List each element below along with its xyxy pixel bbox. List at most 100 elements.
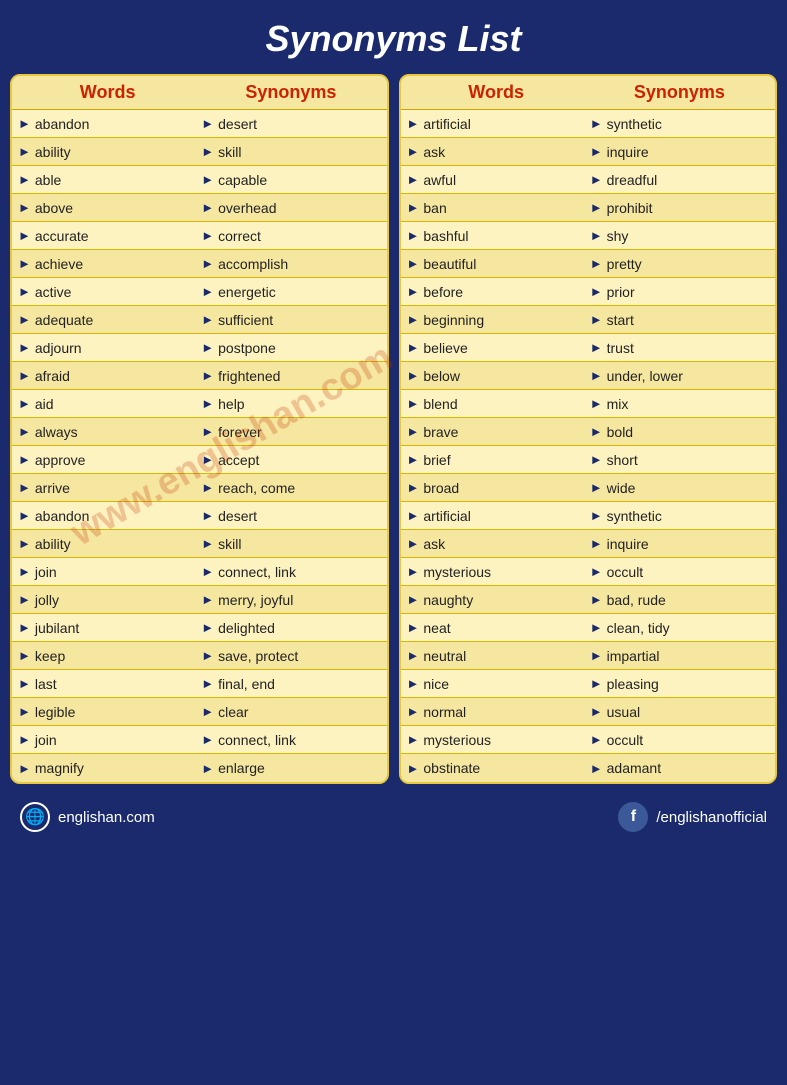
synonym-text: bold bbox=[607, 424, 633, 440]
word-text: approve bbox=[35, 452, 86, 468]
arrow-icon: ► bbox=[18, 704, 31, 719]
word-text: awful bbox=[423, 172, 456, 188]
table-row: ► above ► overhead bbox=[12, 194, 387, 222]
synonym-cell: ► skill bbox=[199, 536, 382, 552]
arrow-icon: ► bbox=[590, 732, 603, 747]
arrow-icon: ► bbox=[590, 172, 603, 187]
word-text: neutral bbox=[423, 648, 466, 664]
synonym-text: frightened bbox=[218, 368, 280, 384]
synonym-text: accomplish bbox=[218, 256, 288, 272]
arrow-icon: ► bbox=[407, 676, 420, 691]
arrow-icon: ► bbox=[590, 452, 603, 467]
arrow-icon: ► bbox=[201, 172, 214, 187]
arrow-icon: ► bbox=[18, 508, 31, 523]
synonym-cell: ► final, end bbox=[199, 676, 382, 692]
word-cell: ► join bbox=[16, 732, 199, 748]
word-cell: ► beginning bbox=[405, 312, 588, 328]
arrow-icon: ► bbox=[18, 284, 31, 299]
table-row: ► nice ► pleasing bbox=[401, 670, 776, 698]
synonym-cell: ► clear bbox=[199, 704, 382, 720]
arrow-icon: ► bbox=[18, 312, 31, 327]
word-text: jubilant bbox=[35, 620, 79, 636]
word-cell: ► jolly bbox=[16, 592, 199, 608]
arrow-icon: ► bbox=[18, 340, 31, 355]
synonym-text: delighted bbox=[218, 620, 275, 636]
table-row: ► active ► energetic bbox=[12, 278, 387, 306]
synonym-cell: ► start bbox=[588, 312, 771, 328]
word-text: broad bbox=[423, 480, 459, 496]
word-text: ability bbox=[35, 144, 71, 160]
table-row: ► adjourn ► postpone bbox=[12, 334, 387, 362]
word-cell: ► bashful bbox=[405, 228, 588, 244]
synonym-text: inquire bbox=[607, 536, 649, 552]
word-cell: ► accurate bbox=[16, 228, 199, 244]
table-row: ► legible ► clear bbox=[12, 698, 387, 726]
arrow-icon: ► bbox=[18, 536, 31, 551]
arrow-icon: ► bbox=[407, 452, 420, 467]
word-text: keep bbox=[35, 648, 65, 664]
arrow-icon: ► bbox=[201, 648, 214, 663]
arrow-icon: ► bbox=[407, 648, 420, 663]
arrow-icon: ► bbox=[18, 564, 31, 579]
table-row: ► believe ► trust bbox=[401, 334, 776, 362]
arrow-icon: ► bbox=[201, 536, 214, 551]
word-cell: ► active bbox=[16, 284, 199, 300]
facebook-icon: f bbox=[618, 802, 648, 832]
arrow-icon: ► bbox=[407, 256, 420, 271]
synonym-cell: ► trust bbox=[588, 340, 771, 356]
table-row: ► beginning ► start bbox=[401, 306, 776, 334]
synonym-text: enlarge bbox=[218, 760, 265, 776]
word-text: achieve bbox=[35, 256, 83, 272]
word-text: mysterious bbox=[423, 732, 491, 748]
footer-social: f /englishanofficial bbox=[618, 802, 767, 832]
word-text: nice bbox=[423, 676, 449, 692]
table-row: ► artificial ► synthetic bbox=[401, 502, 776, 530]
arrow-icon: ► bbox=[407, 396, 420, 411]
word-text: obstinate bbox=[423, 760, 480, 776]
arrow-icon: ► bbox=[590, 648, 603, 663]
arrow-icon: ► bbox=[201, 732, 214, 747]
synonym-text: connect, link bbox=[218, 732, 296, 748]
arrow-icon: ► bbox=[201, 116, 214, 131]
word-text: arrive bbox=[35, 480, 70, 496]
word-text: below bbox=[423, 368, 460, 384]
synonym-cell: ► impartial bbox=[588, 648, 771, 664]
word-text: naughty bbox=[423, 592, 473, 608]
table-row: ► obstinate ► adamant bbox=[401, 754, 776, 782]
word-cell: ► able bbox=[16, 172, 199, 188]
word-cell: ► adequate bbox=[16, 312, 199, 328]
arrow-icon: ► bbox=[18, 172, 31, 187]
footer: 🌐 englishan.com f /englishanofficial bbox=[0, 792, 787, 842]
word-cell: ► ban bbox=[405, 200, 588, 216]
table-row: ► ban ► prohibit bbox=[401, 194, 776, 222]
table-row: ► awful ► dreadful bbox=[401, 166, 776, 194]
synonym-text: shy bbox=[607, 228, 629, 244]
synonym-text: capable bbox=[218, 172, 267, 188]
synonym-text: start bbox=[607, 312, 634, 328]
synonym-text: sufficient bbox=[218, 312, 273, 328]
synonym-text: mix bbox=[607, 396, 629, 412]
table-row: ► keep ► save, protect bbox=[12, 642, 387, 670]
table-row: ► normal ► usual bbox=[401, 698, 776, 726]
word-cell: ► normal bbox=[405, 704, 588, 720]
arrow-icon: ► bbox=[590, 508, 603, 523]
synonym-text: skill bbox=[218, 536, 241, 552]
word-text: neat bbox=[423, 620, 450, 636]
synonym-text: help bbox=[218, 396, 244, 412]
synonym-text: occult bbox=[607, 732, 644, 748]
word-cell: ► below bbox=[405, 368, 588, 384]
synonym-text: synthetic bbox=[607, 116, 662, 132]
table-row: ► always ► forever bbox=[12, 418, 387, 446]
synonym-cell: ► correct bbox=[199, 228, 382, 244]
table-row: ► mysterious ► occult bbox=[401, 726, 776, 754]
table-row: ► ability ► skill bbox=[12, 138, 387, 166]
synonym-cell: ► capable bbox=[199, 172, 382, 188]
right-table-body: ► artificial ► synthetic ► ask ► inquire… bbox=[401, 110, 776, 782]
table-row: ► beautiful ► pretty bbox=[401, 250, 776, 278]
arrow-icon: ► bbox=[201, 144, 214, 159]
synonym-text: clean, tidy bbox=[607, 620, 670, 636]
table-row: ► aid ► help bbox=[12, 390, 387, 418]
synonym-cell: ► bad, rude bbox=[588, 592, 771, 608]
globe-icon: 🌐 bbox=[20, 802, 50, 832]
word-text: magnify bbox=[35, 760, 84, 776]
